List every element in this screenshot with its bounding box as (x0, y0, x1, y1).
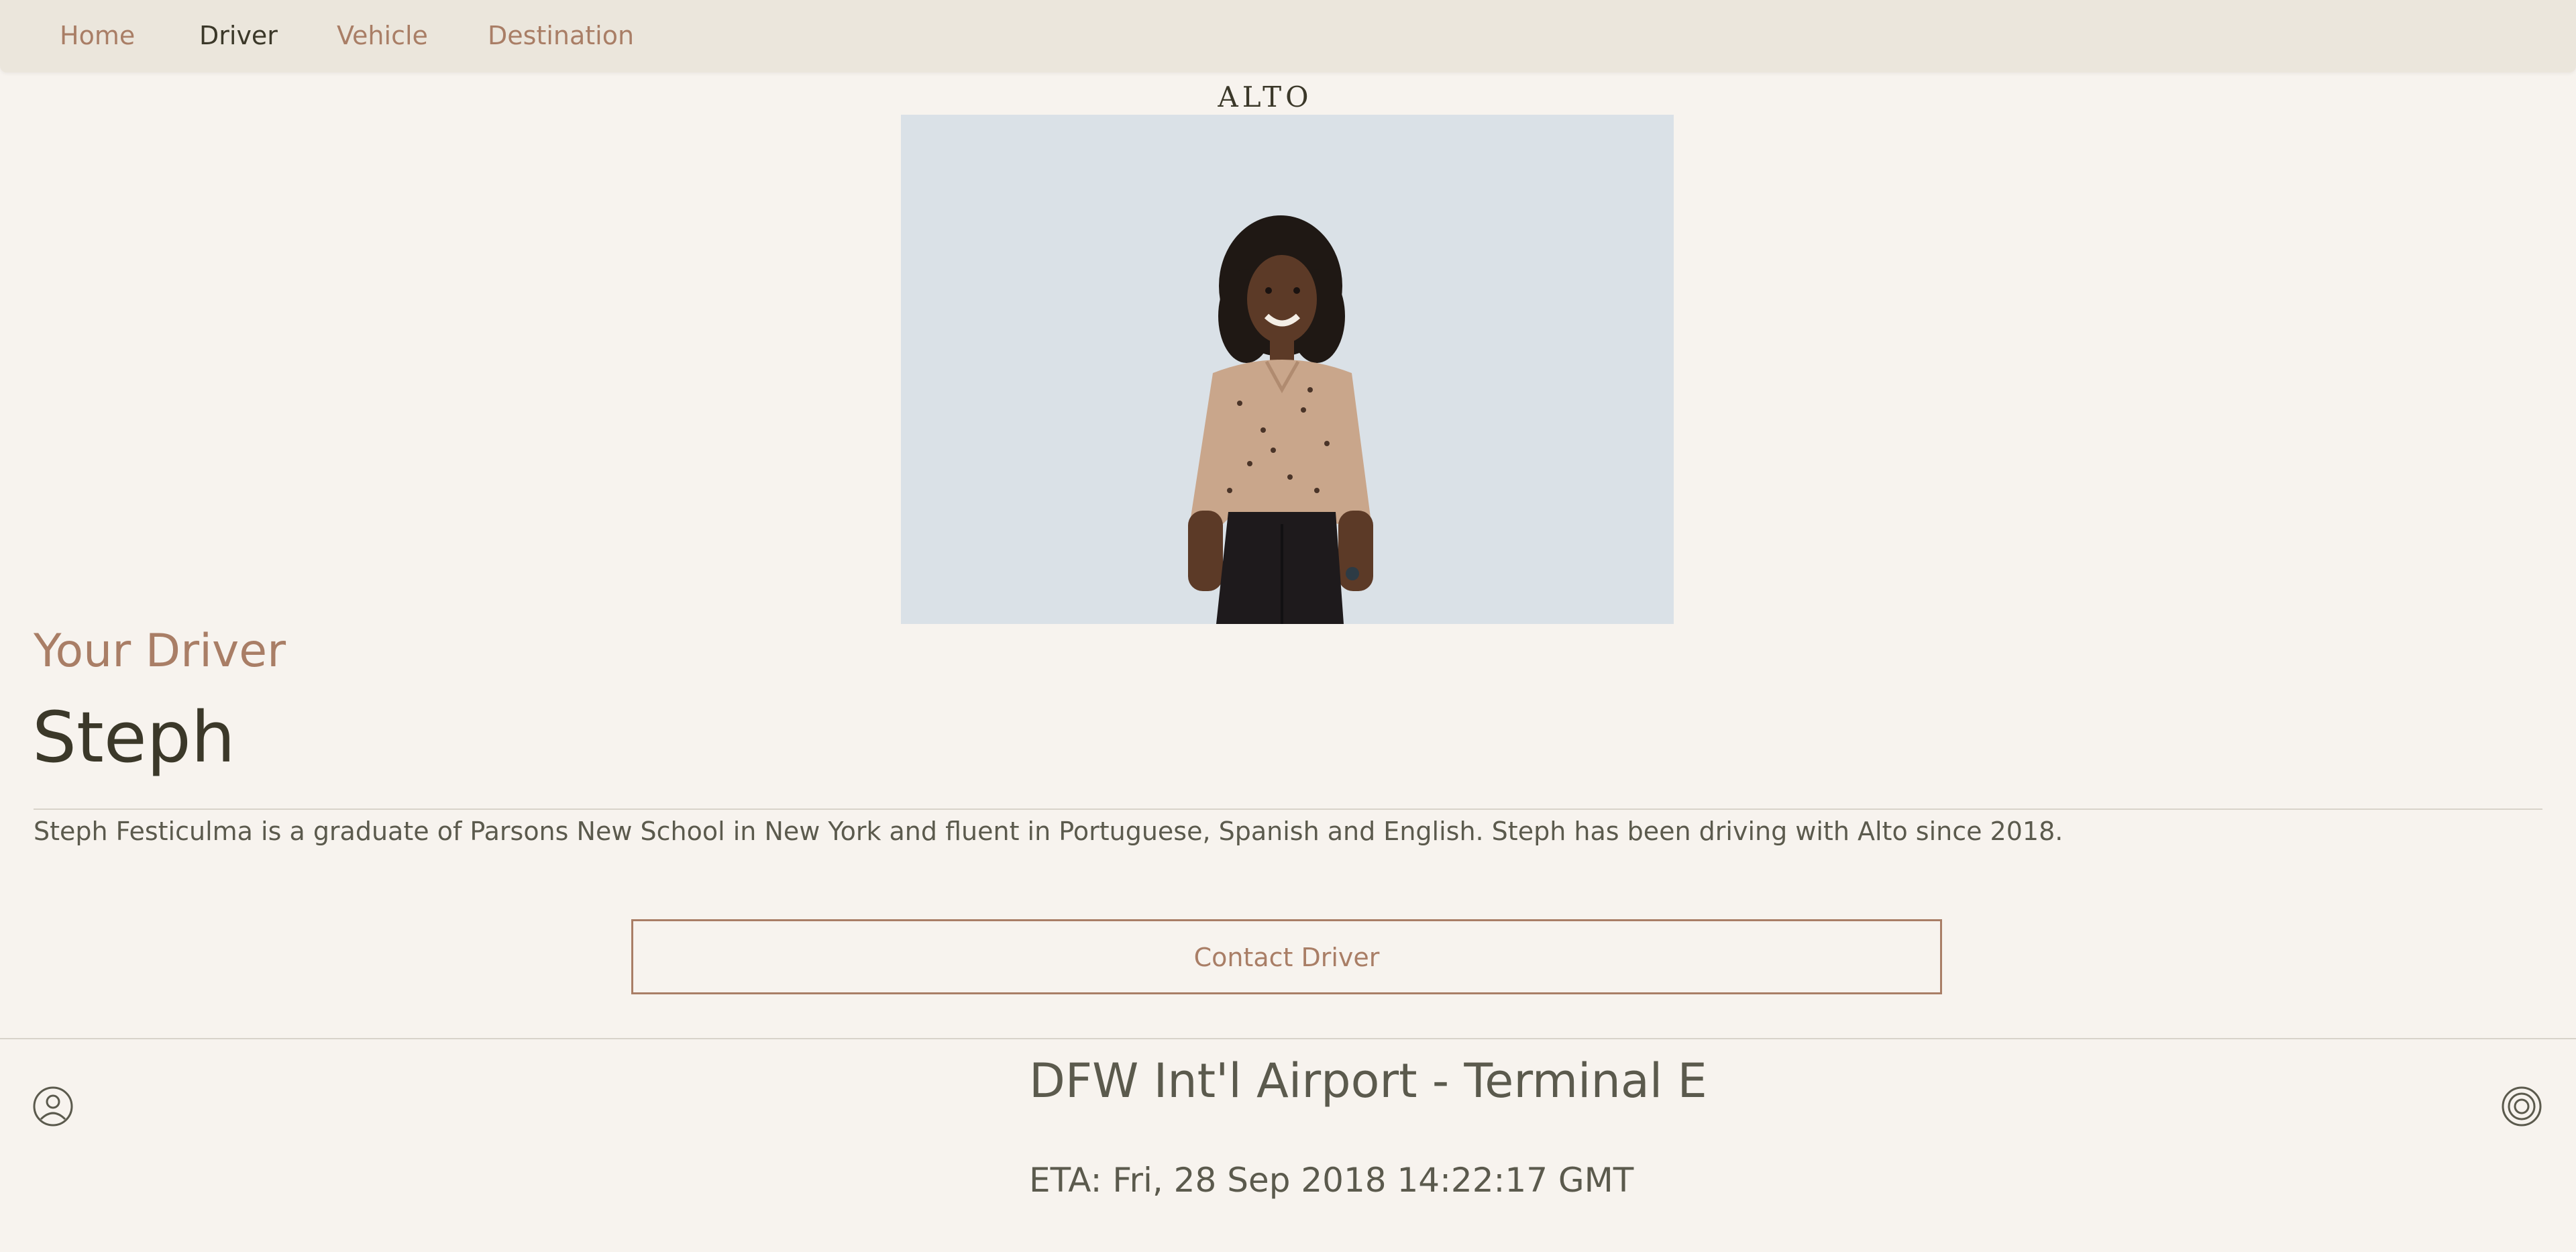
driver-name: Steph (32, 696, 235, 778)
footer-divider (0, 1038, 2576, 1039)
nav-item-home[interactable]: Home (60, 0, 135, 72)
nav-item-destination[interactable]: Destination (488, 0, 634, 72)
brand-logo: ALTO (1218, 81, 1313, 113)
divider (34, 808, 2542, 810)
driver-photo (901, 115, 1674, 624)
eta-text: ETA: Fri, 28 Sep 2018 14:22:17 GMT (1029, 1161, 1634, 1200)
driver-bio: Steph Festiculma is a graduate of Parson… (34, 817, 2063, 846)
target-icon[interactable] (2501, 1086, 2542, 1127)
contact-driver-button[interactable]: Contact Driver (631, 919, 1942, 994)
nav-item-vehicle[interactable]: Vehicle (337, 0, 428, 72)
section-label-your-driver: Your Driver (34, 625, 286, 678)
destination-title: DFW Int'l Airport - Terminal E (1029, 1053, 1707, 1108)
user-icon[interactable] (32, 1086, 74, 1127)
nav-item-driver[interactable]: Driver (199, 0, 278, 72)
driver-photo-illustration (901, 115, 1674, 624)
top-nav: Home Driver Vehicle Destination (0, 0, 2576, 72)
